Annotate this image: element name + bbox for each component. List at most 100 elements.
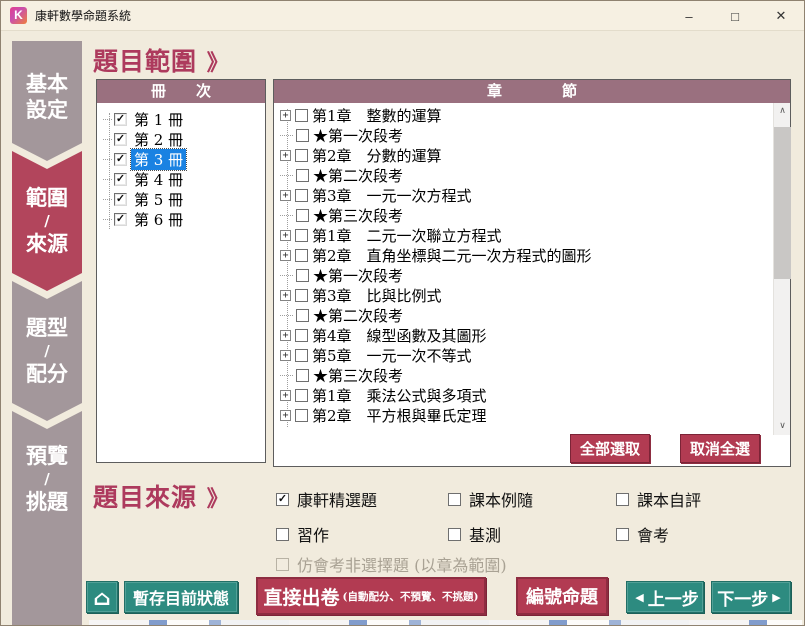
volume-row[interactable]: ✓ 第 1 冊 bbox=[97, 109, 265, 129]
expand-icon[interactable]: + bbox=[280, 230, 291, 241]
exam-row[interactable]: ★第二次段考 bbox=[274, 305, 790, 325]
volume-row[interactable]: ✓ 第 5 冊 bbox=[97, 189, 265, 209]
previous-step-button[interactable]: ◀ 上一步 bbox=[626, 581, 704, 613]
source-option-label[interactable]: 康軒精選題 bbox=[297, 487, 377, 511]
exam-row[interactable]: ★第一次段考 bbox=[274, 125, 790, 145]
maximize-button[interactable]: □ bbox=[712, 1, 758, 31]
home-button[interactable]: ⌂ bbox=[86, 581, 118, 613]
chapter-checkbox[interactable] bbox=[296, 369, 309, 382]
sidebar-tab-types-scoring[interactable]: 題型 / 配分 bbox=[12, 281, 82, 421]
chapter-checkbox[interactable] bbox=[295, 389, 308, 402]
chapter-checkbox[interactable] bbox=[295, 109, 308, 122]
tree-scrollbar[interactable]: ∧ ∨ bbox=[773, 103, 790, 435]
chapter-row[interactable]: + 第5章 一元一次不等式 bbox=[274, 345, 790, 365]
sidebar-tab-basic-settings[interactable]: 基本 設定 bbox=[12, 41, 82, 161]
chapter-label[interactable]: 第1章 乘法公式與多項式 bbox=[312, 385, 487, 406]
expand-icon[interactable]: + bbox=[280, 250, 291, 261]
chapter-checkbox[interactable] bbox=[295, 409, 308, 422]
scroll-up-icon[interactable]: ∧ bbox=[774, 103, 791, 120]
volume-checkbox[interactable]: ✓ bbox=[114, 213, 127, 226]
volume-checkbox[interactable]: ✓ bbox=[114, 173, 127, 186]
chapter-row[interactable]: + 第1章 整數的運算 bbox=[274, 105, 790, 125]
expand-icon[interactable]: + bbox=[280, 150, 291, 161]
chapter-checkbox[interactable] bbox=[295, 229, 308, 242]
source-option-label[interactable]: 課本自評 bbox=[637, 487, 701, 511]
chapter-checkbox[interactable] bbox=[295, 149, 308, 162]
next-step-button[interactable]: 下一步 ▶ bbox=[711, 581, 791, 613]
chapter-checkbox[interactable] bbox=[296, 129, 309, 142]
volume-checkbox[interactable]: ✓ bbox=[114, 193, 127, 206]
chapter-checkbox[interactable] bbox=[295, 189, 308, 202]
chapter-row[interactable]: + 第3章 比與比例式 bbox=[274, 285, 790, 305]
exam-label[interactable]: ★第三次段考 bbox=[313, 365, 403, 386]
direct-generate-paper-button[interactable]: 直接出卷 (自動配分、不預覽、不挑題) bbox=[256, 577, 486, 615]
chapter-row[interactable]: + 第1章 乘法公式與多項式 bbox=[274, 385, 790, 405]
source-option-comprehensive-exam[interactable]: 會考 bbox=[616, 522, 669, 546]
source-checkbox[interactable] bbox=[616, 528, 629, 541]
volume-checkbox[interactable]: ✓ bbox=[114, 153, 127, 166]
expand-icon[interactable]: + bbox=[280, 410, 291, 421]
chapter-label[interactable]: 第5章 一元一次不等式 bbox=[312, 345, 472, 366]
volume-row[interactable]: ✓ 第 6 冊 bbox=[97, 209, 265, 229]
source-checkbox[interactable] bbox=[616, 493, 629, 506]
exam-label[interactable]: ★第一次段考 bbox=[313, 125, 403, 146]
chapter-row[interactable]: + 第2章 平方根與畢氏定理 bbox=[274, 405, 790, 425]
chapter-label[interactable]: 第3章 一元一次方程式 bbox=[312, 185, 472, 206]
chapter-label[interactable]: 第1章 整數的運算 bbox=[312, 105, 442, 126]
exam-label[interactable]: ★第一次段考 bbox=[313, 265, 403, 286]
source-option-label[interactable]: 習作 bbox=[297, 522, 329, 546]
chapter-row[interactable]: + 第4章 線型函數及其圖形 bbox=[274, 325, 790, 345]
exam-row[interactable]: ★第一次段考 bbox=[274, 265, 790, 285]
chapter-checkbox[interactable] bbox=[296, 309, 309, 322]
exam-label[interactable]: ★第二次段考 bbox=[313, 305, 403, 326]
sidebar-tab-preview-pick[interactable]: 預覽 / 挑題 bbox=[12, 411, 82, 626]
scroll-down-icon[interactable]: ∨ bbox=[774, 418, 791, 435]
source-checkbox[interactable] bbox=[448, 528, 461, 541]
chapter-checkbox[interactable] bbox=[295, 249, 308, 262]
minimize-button[interactable]: – bbox=[666, 1, 712, 31]
volume-label[interactable]: 第 1 冊 bbox=[131, 109, 186, 130]
chapter-row[interactable]: + 第3章 一元一次方程式 bbox=[274, 185, 790, 205]
volume-label[interactable]: 第 5 冊 bbox=[131, 189, 186, 210]
source-checkbox[interactable] bbox=[276, 528, 289, 541]
exam-row[interactable]: ★第三次段考 bbox=[274, 205, 790, 225]
deselect-all-button[interactable]: 取消全選 bbox=[680, 434, 760, 463]
volume-label[interactable]: 第 2 冊 bbox=[131, 129, 186, 150]
source-option-textbook-examples[interactable]: 課本例隨 bbox=[448, 487, 533, 511]
volume-label[interactable]: 第 6 冊 bbox=[131, 209, 186, 230]
chapter-label[interactable]: 第2章 平方根與畢氏定理 bbox=[312, 405, 487, 426]
source-option-label[interactable]: 會考 bbox=[637, 522, 669, 546]
volume-checkbox[interactable]: ✓ bbox=[114, 133, 127, 146]
save-current-state-button[interactable]: 暫存目前狀態 bbox=[124, 581, 238, 613]
chapter-label[interactable]: 第3章 比與比例式 bbox=[312, 285, 442, 306]
expand-icon[interactable]: + bbox=[280, 350, 291, 361]
source-option-label[interactable]: 基測 bbox=[469, 522, 501, 546]
volume-checkbox[interactable]: ✓ bbox=[114, 113, 127, 126]
chapter-row[interactable]: + 第1章 二元一次聯立方程式 bbox=[274, 225, 790, 245]
chapter-checkbox[interactable] bbox=[295, 329, 308, 342]
exam-label[interactable]: ★第二次段考 bbox=[313, 165, 403, 186]
volume-row[interactable]: ✓ 第 4 冊 bbox=[97, 169, 265, 189]
source-checkbox[interactable]: ✓ bbox=[276, 493, 289, 506]
chapter-checkbox[interactable] bbox=[296, 169, 309, 182]
exam-label[interactable]: ★第三次段考 bbox=[313, 205, 403, 226]
select-all-button[interactable]: 全部選取 bbox=[570, 434, 650, 463]
chapter-checkbox[interactable] bbox=[295, 349, 308, 362]
chapter-row[interactable]: + 第2章 分數的運算 bbox=[274, 145, 790, 165]
expand-icon[interactable]: + bbox=[280, 110, 291, 121]
expand-icon[interactable]: + bbox=[280, 390, 291, 401]
scrollbar-thumb[interactable] bbox=[774, 127, 791, 279]
volume-row-selected[interactable]: ✓ 第 3 冊 bbox=[97, 149, 265, 169]
sidebar-tab-scope-source[interactable]: 範圍 / 來源 bbox=[12, 151, 82, 291]
chapter-row[interactable]: + 第2章 直角坐標與二元一次方程式的圖形 bbox=[274, 245, 790, 265]
expand-icon[interactable]: + bbox=[280, 330, 291, 341]
numbered-question-button[interactable]: 編號命題 bbox=[516, 577, 608, 615]
expand-icon[interactable]: + bbox=[280, 290, 291, 301]
exam-row[interactable]: ★第三次段考 bbox=[274, 365, 790, 385]
volume-label[interactable]: 第 4 冊 bbox=[131, 169, 186, 190]
volume-row[interactable]: ✓ 第 2 冊 bbox=[97, 129, 265, 149]
close-button[interactable]: ✕ bbox=[758, 1, 804, 31]
source-option-textbook-selfcheck[interactable]: 課本自評 bbox=[616, 487, 701, 511]
source-option-label[interactable]: 課本例隨 bbox=[469, 487, 533, 511]
source-option-kanghsuan[interactable]: ✓ 康軒精選題 bbox=[276, 487, 377, 511]
